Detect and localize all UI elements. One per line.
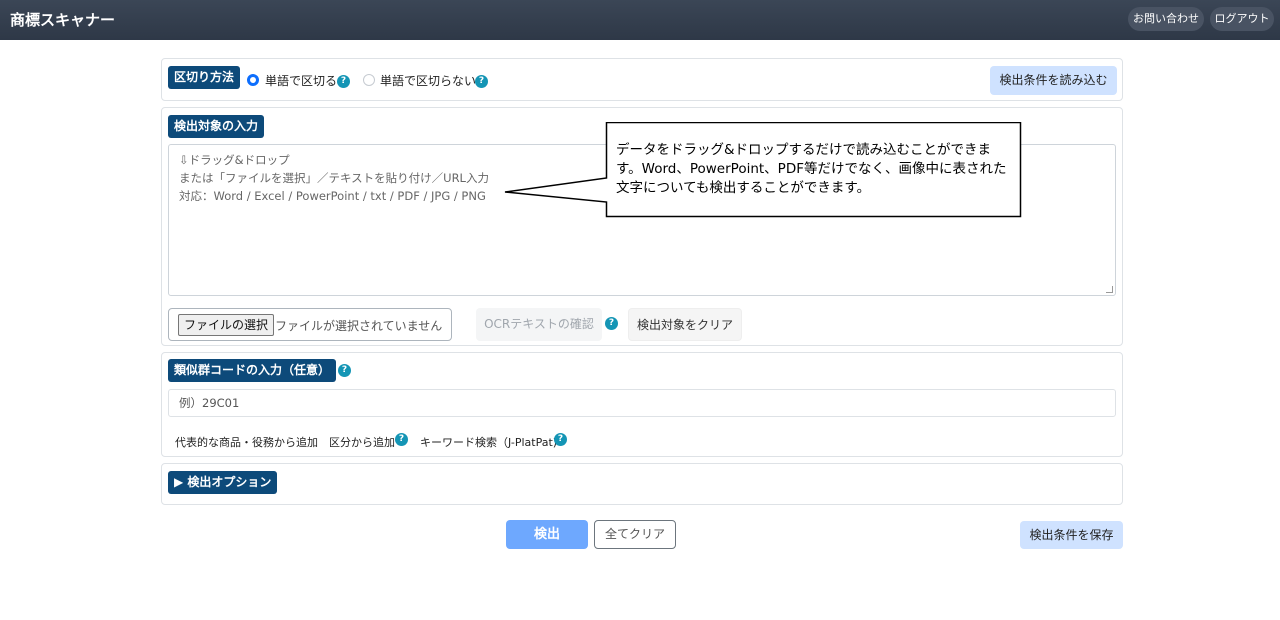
clear-all-button[interactable]: 全てクリア (594, 520, 676, 549)
save-conditions-button[interactable]: 検出条件を保存 (1020, 521, 1123, 549)
keyword-search-link[interactable]: キーワード検索（J-PlatPat) (420, 434, 557, 450)
target-input-tag: 検出対象の入力 (168, 115, 265, 138)
similar-group-card: 類似群コードの入力（任意） ? 例）29C01 代表的な商品・役務から追加 区分… (161, 352, 1123, 457)
similar-code-input[interactable]: 例）29C01 (168, 389, 1116, 417)
file-status-text: ファイルが選択されていません (275, 319, 443, 333)
add-from-class-link[interactable]: 区分から追加 (329, 434, 395, 450)
clear-target-button[interactable]: 検出対象をクリア (628, 308, 742, 341)
add-from-products-link[interactable]: 代表的な商品・役務から追加 (175, 434, 318, 450)
radio-split-none-label[interactable]: 単語で区切らない (380, 72, 476, 89)
contact-button[interactable]: お問い合わせ (1128, 7, 1204, 31)
similar-group-tag: 類似群コードの入力（任意） (168, 359, 337, 382)
search-button[interactable]: 検出 (506, 520, 588, 549)
app-title[interactable]: 商標スキャナー (10, 9, 115, 30)
split-method-tag: 区切り方法 (168, 66, 241, 89)
help-class-icon[interactable]: ? (395, 433, 408, 446)
ocr-check-button[interactable]: OCRテキストの確認 (476, 308, 602, 341)
split-method-card: 区切り方法 単語で区切る ? 単語で区切らない ? 検出条件を読み込む (161, 58, 1123, 101)
radio-split-none[interactable] (363, 74, 375, 86)
radio-split-word[interactable] (247, 74, 259, 86)
top-navbar: 商標スキャナー お問い合わせ ログアウト (0, 0, 1280, 40)
file-select-button[interactable]: ファイルの選択 (178, 314, 275, 336)
drop-placeholder: ⇩ドラッグ&ドロップ または「ファイルを選択」／テキストを貼り付け／URL入力 … (179, 153, 489, 203)
search-options-card: ▶ 検出オプション (161, 463, 1123, 505)
help-split-word-icon[interactable]: ? (337, 75, 350, 88)
logout-button[interactable]: ログアウト (1210, 7, 1274, 31)
radio-split-word-label[interactable]: 単語で区切る (265, 72, 337, 89)
help-keyword-icon[interactable]: ? (554, 433, 567, 446)
callout-text: データをドラッグ&ドロップするだけで読み込むことができます。Word、Power… (616, 142, 1007, 196)
load-conditions-button[interactable]: 検出条件を読み込む (990, 66, 1117, 95)
help-ocr-icon[interactable]: ? (605, 317, 618, 330)
file-input[interactable]: ファイルの選択 ファイルが選択されていません (168, 308, 452, 341)
resize-handle-icon[interactable] (1106, 286, 1113, 293)
help-split-none-icon[interactable]: ? (475, 75, 488, 88)
help-similar-icon[interactable]: ? (338, 364, 351, 377)
search-options-toggle[interactable]: ▶ 検出オプション (168, 471, 278, 494)
